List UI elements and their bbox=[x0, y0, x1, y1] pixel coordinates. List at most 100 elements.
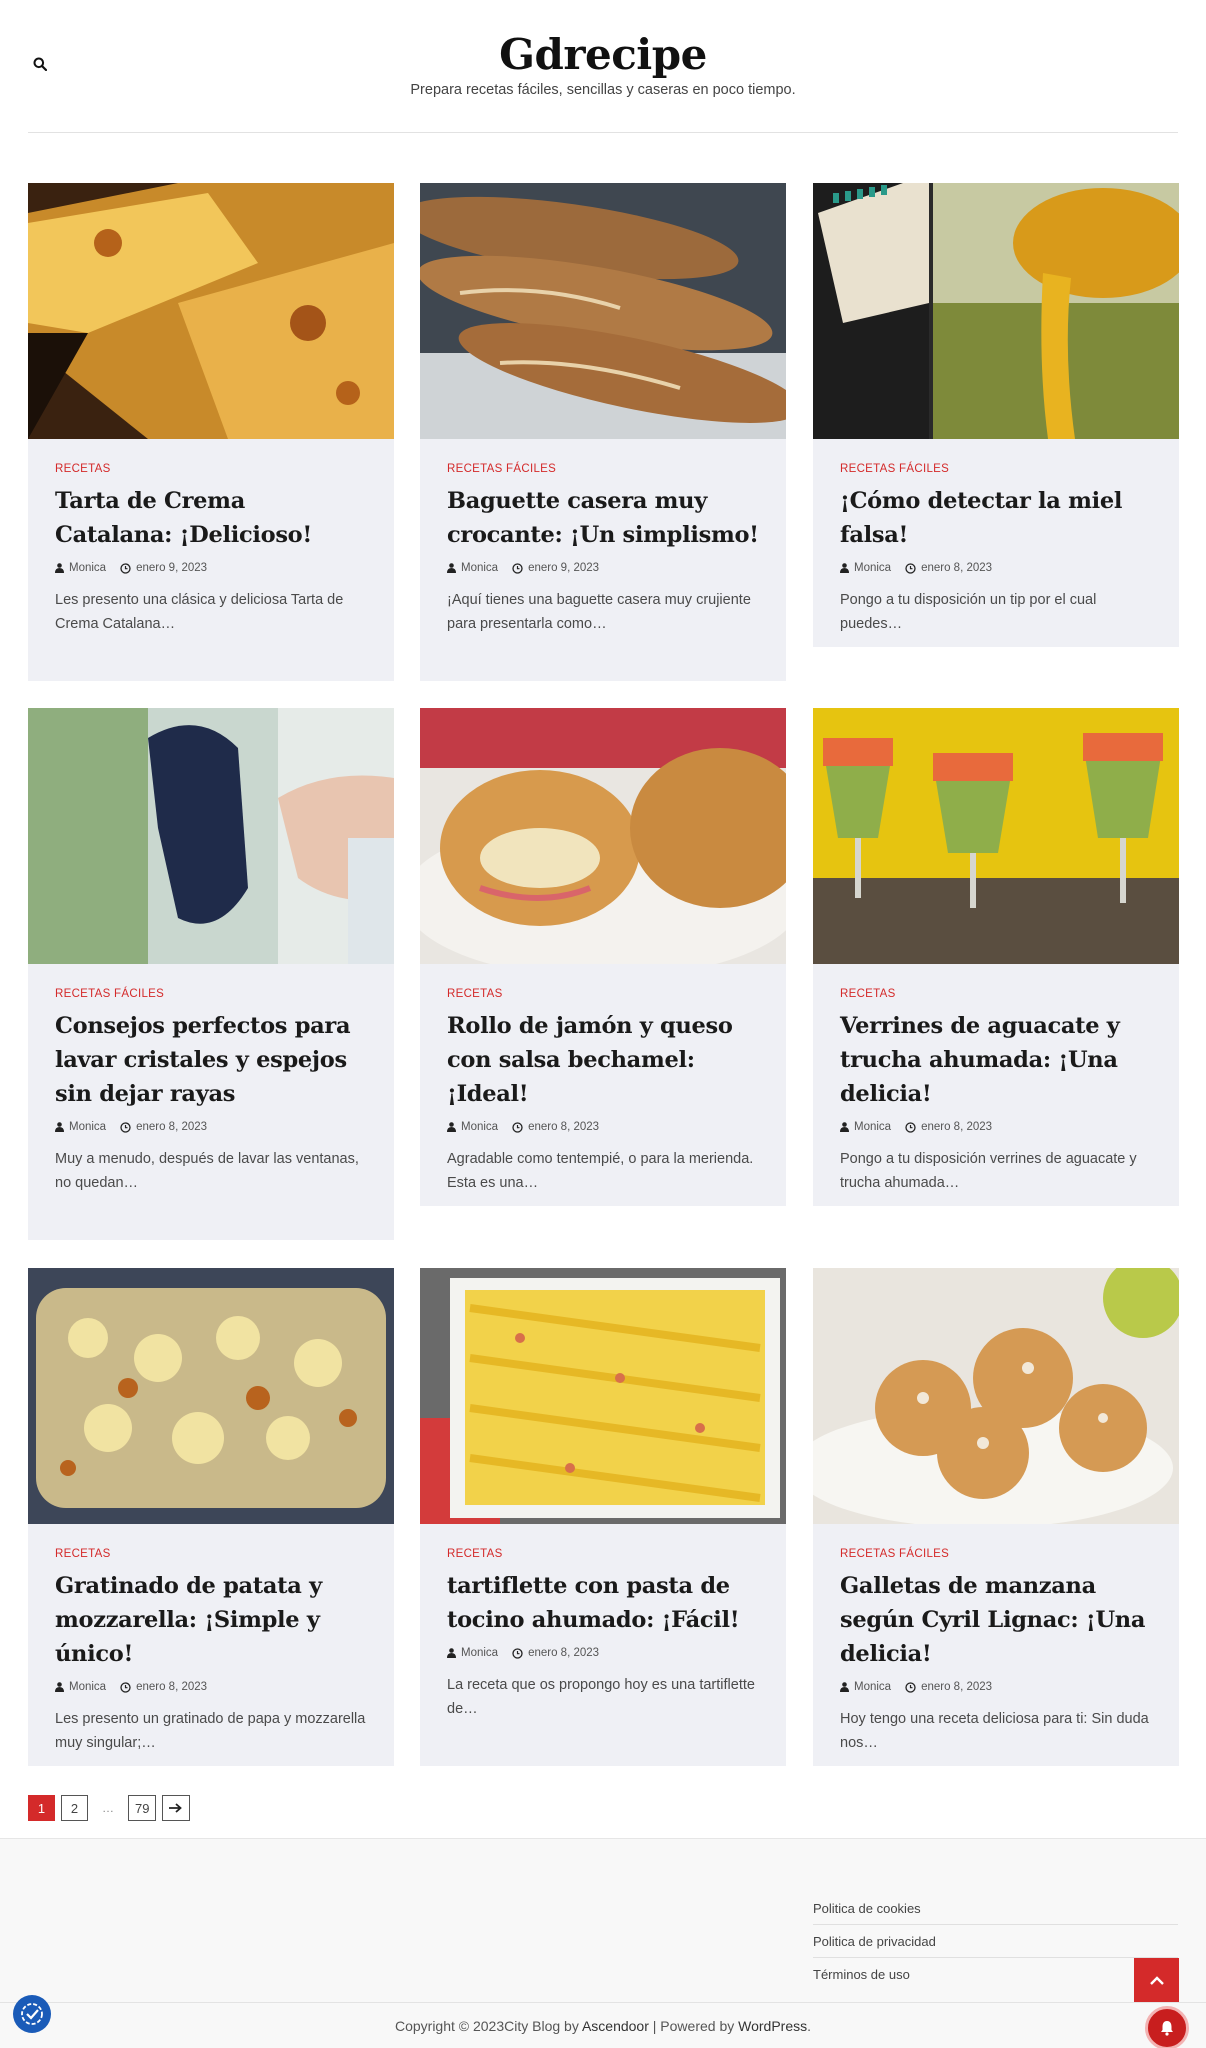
footer-menu: Politica de cookies Politica de privacid… bbox=[813, 1892, 1178, 1991]
post-title[interactable]: tartiflette con pasta de tocino ahumado:… bbox=[447, 1569, 759, 1637]
post-category[interactable]: RECETAS bbox=[447, 988, 759, 1000]
site-title[interactable]: Gdrecipe bbox=[0, 30, 1206, 79]
date-text[interactable]: enero 8, 2023 bbox=[921, 1681, 992, 1693]
date-text[interactable]: enero 9, 2023 bbox=[528, 562, 599, 574]
author-name[interactable]: Monica bbox=[854, 562, 891, 574]
author-name[interactable]: Monica bbox=[461, 1121, 498, 1133]
pagination: 1 2 … 79 bbox=[28, 1795, 191, 1821]
author-name[interactable]: Monica bbox=[854, 1681, 891, 1693]
user-icon bbox=[55, 563, 64, 573]
post-author[interactable]: Monica bbox=[840, 1121, 891, 1133]
footer-link-cookies[interactable]: Politica de cookies bbox=[813, 1892, 1178, 1925]
date-text[interactable]: enero 8, 2023 bbox=[136, 1121, 207, 1133]
date-text[interactable]: enero 8, 2023 bbox=[921, 1121, 992, 1133]
page-79-link[interactable]: 79 bbox=[128, 1795, 157, 1821]
post-date[interactable]: enero 9, 2023 bbox=[120, 562, 207, 574]
post-author[interactable]: Monica bbox=[447, 1121, 498, 1133]
page-1-current: 1 bbox=[28, 1795, 55, 1821]
post-category[interactable]: RECETAS bbox=[55, 463, 367, 475]
post-date[interactable]: enero 8, 2023 bbox=[120, 1121, 207, 1133]
post-title[interactable]: Verrines de aguacate y trucha ahumada: ¡… bbox=[840, 1009, 1152, 1111]
post-card: RECETAS FÁCILES Galletas de manzana segú… bbox=[813, 1268, 1179, 1766]
post-category[interactable]: RECETAS FÁCILES bbox=[840, 463, 1152, 475]
date-text[interactable]: enero 8, 2023 bbox=[528, 1647, 599, 1659]
cookie-settings-icon bbox=[21, 2003, 43, 2025]
post-card: RECETAS Tarta de Crema Catalana: ¡Delici… bbox=[28, 183, 394, 681]
wordpress-link[interactable]: WordPress bbox=[738, 2018, 807, 2034]
theme-author-link[interactable]: Ascendoor bbox=[582, 2018, 649, 2034]
post-date[interactable]: enero 8, 2023 bbox=[512, 1647, 599, 1659]
post-date[interactable]: enero 8, 2023 bbox=[512, 1121, 599, 1133]
post-category[interactable]: RECETAS bbox=[447, 1548, 759, 1560]
scroll-to-top-button[interactable] bbox=[1134, 1958, 1179, 2003]
post-author[interactable]: Monica bbox=[840, 1681, 891, 1693]
post-thumbnail-baguette[interactable] bbox=[420, 183, 786, 439]
post-card: RECETAS FÁCILES Baguette casera muy croc… bbox=[420, 183, 786, 681]
date-text[interactable]: enero 9, 2023 bbox=[136, 562, 207, 574]
arrow-right-icon bbox=[169, 1803, 183, 1813]
post-excerpt: Hoy tengo una receta deliciosa para ti: … bbox=[840, 1711, 1149, 1751]
post-thumbnail-rollo-jamon[interactable] bbox=[420, 708, 786, 964]
post-author[interactable]: Monica bbox=[840, 562, 891, 574]
post-date[interactable]: enero 8, 2023 bbox=[905, 562, 992, 574]
post-author[interactable]: Monica bbox=[447, 1647, 498, 1659]
copyright-prefix: Copyright © 2023City Blog by bbox=[394, 2018, 582, 2034]
post-date[interactable]: enero 8, 2023 bbox=[905, 1681, 992, 1693]
post-card: RECETAS Verrines de aguacate y trucha ah… bbox=[813, 708, 1179, 1206]
post-thumbnail-galletas[interactable] bbox=[813, 1268, 1179, 1524]
author-name[interactable]: Monica bbox=[69, 1121, 106, 1133]
clock-icon bbox=[120, 1121, 131, 1133]
author-name[interactable]: Monica bbox=[461, 1647, 498, 1659]
post-excerpt: Les presento una clásica y deliciosa Tar… bbox=[55, 592, 344, 632]
post-title[interactable]: Rollo de jamón y queso con salsa bechame… bbox=[447, 1009, 759, 1111]
header-divider bbox=[28, 132, 1178, 133]
post-thumbnail-gratinado[interactable] bbox=[28, 1268, 394, 1524]
user-icon bbox=[840, 1122, 849, 1132]
post-title[interactable]: Consejos perfectos para lavar cristales … bbox=[55, 1009, 367, 1111]
copyright-suffix: . bbox=[807, 2018, 812, 2034]
site-footer: Politica de cookies Politica de privacid… bbox=[0, 1838, 1206, 2048]
notification-bell-button[interactable] bbox=[1145, 2006, 1189, 2048]
post-author[interactable]: Monica bbox=[55, 1121, 106, 1133]
post-title[interactable]: Gratinado de patata y mozzarella: ¡Simpl… bbox=[55, 1569, 367, 1671]
post-thumbnail-cristales[interactable] bbox=[28, 708, 394, 964]
author-name[interactable]: Monica bbox=[854, 1121, 891, 1133]
clock-icon bbox=[512, 562, 523, 574]
post-author[interactable]: Monica bbox=[55, 562, 106, 574]
post-category[interactable]: RECETAS FÁCILES bbox=[447, 463, 759, 475]
post-title[interactable]: Baguette casera muy crocante: ¡Un simpli… bbox=[447, 484, 759, 552]
post-title[interactable]: ¡Cómo detectar la miel falsa! bbox=[840, 484, 1152, 552]
next-page-button[interactable] bbox=[162, 1795, 191, 1821]
post-title[interactable]: Tarta de Crema Catalana: ¡Delicioso! bbox=[55, 484, 367, 552]
post-thumbnail-crema-catalana[interactable] bbox=[28, 183, 394, 439]
post-excerpt: La receta que os propongo hoy es una tar… bbox=[447, 1677, 755, 1717]
page-2-link[interactable]: 2 bbox=[61, 1795, 88, 1821]
date-text[interactable]: enero 8, 2023 bbox=[528, 1121, 599, 1133]
post-category[interactable]: RECETAS bbox=[55, 1548, 367, 1560]
post-category[interactable]: RECETAS FÁCILES bbox=[840, 1548, 1152, 1560]
date-text[interactable]: enero 8, 2023 bbox=[921, 562, 992, 574]
date-text[interactable]: enero 8, 2023 bbox=[136, 1681, 207, 1693]
post-author[interactable]: Monica bbox=[447, 562, 498, 574]
cookie-consent-button[interactable] bbox=[13, 1995, 51, 2033]
post-thumbnail-tartiflette[interactable] bbox=[420, 1268, 786, 1524]
post-excerpt: Les presento un gratinado de papa y mozz… bbox=[55, 1711, 366, 1751]
post-title[interactable]: Galletas de manzana según Cyril Lignac: … bbox=[840, 1569, 1152, 1671]
author-name[interactable]: Monica bbox=[69, 562, 106, 574]
pagination-ellipsis: … bbox=[102, 1801, 114, 1815]
post-category[interactable]: RECETAS bbox=[840, 988, 1152, 1000]
post-date[interactable]: enero 8, 2023 bbox=[905, 1121, 992, 1133]
post-date[interactable]: enero 8, 2023 bbox=[120, 1681, 207, 1693]
post-card: RECETAS Gratinado de patata y mozzarella… bbox=[28, 1268, 394, 1766]
clock-icon bbox=[905, 1681, 916, 1693]
post-author[interactable]: Monica bbox=[55, 1681, 106, 1693]
author-name[interactable]: Monica bbox=[69, 1681, 106, 1693]
post-thumbnail-miel[interactable] bbox=[813, 183, 1179, 439]
post-category[interactable]: RECETAS FÁCILES bbox=[55, 988, 367, 1000]
post-excerpt: ¡Aquí tienes una baguette casera muy cru… bbox=[447, 592, 751, 632]
footer-link-privacy[interactable]: Politica de privacidad bbox=[813, 1925, 1178, 1958]
footer-link-terms[interactable]: Términos de uso bbox=[813, 1958, 1178, 1991]
post-date[interactable]: enero 9, 2023 bbox=[512, 562, 599, 574]
post-thumbnail-verrines[interactable] bbox=[813, 708, 1179, 964]
author-name[interactable]: Monica bbox=[461, 562, 498, 574]
